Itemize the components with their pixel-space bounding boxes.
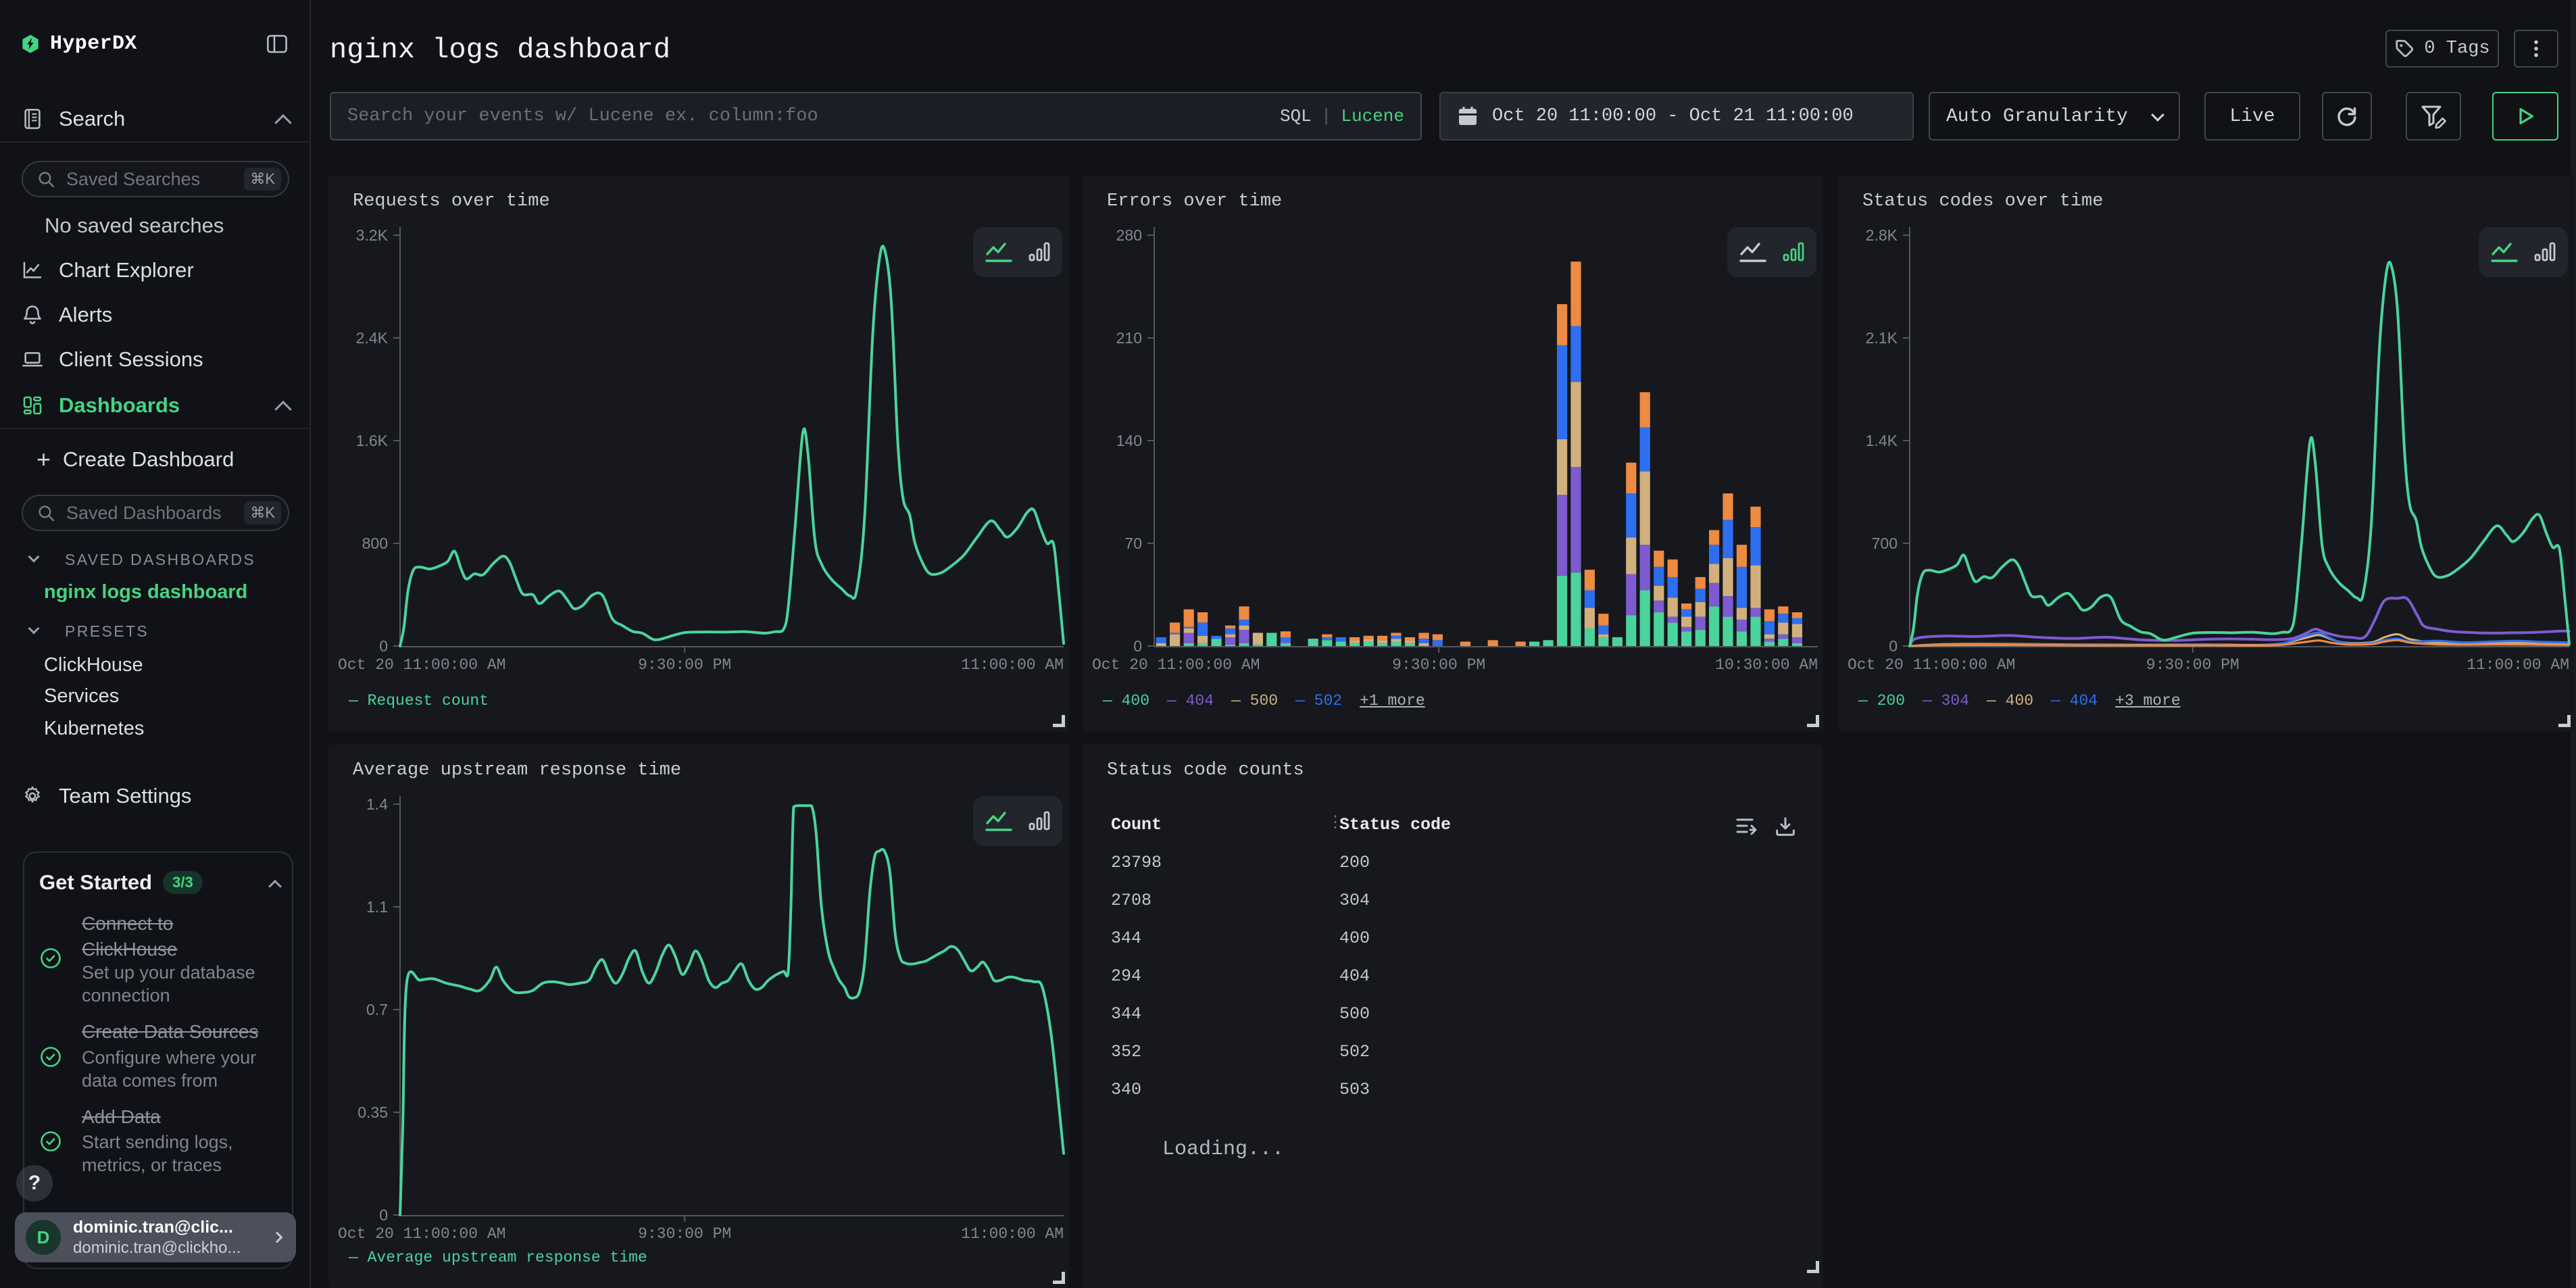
svg-text:0.35: 0.35 <box>357 1104 388 1121</box>
svg-text:Oct 20 11:00:00 AM: Oct 20 11:00:00 AM <box>1848 656 2015 674</box>
svg-text:1.1: 1.1 <box>366 898 388 916</box>
svg-text:1.4K: 1.4K <box>1866 432 1898 449</box>
svg-text:9:30:00 PM: 9:30:00 PM <box>638 656 731 674</box>
svg-text:Oct 20 11:00:00 AM: Oct 20 11:00:00 AM <box>1092 656 1260 674</box>
svg-text:0: 0 <box>379 637 388 655</box>
svg-text:9:30:00 PM: 9:30:00 PM <box>1392 656 1485 674</box>
svg-text:280: 280 <box>1116 226 1142 244</box>
svg-text:10:30:00 AM: 10:30:00 AM <box>1715 656 1818 674</box>
svg-text:140: 140 <box>1116 432 1142 449</box>
svg-text:210: 210 <box>1116 329 1142 347</box>
svg-text:Oct 20 11:00:00 AM: Oct 20 11:00:00 AM <box>338 656 505 674</box>
svg-text:0: 0 <box>1889 637 1898 655</box>
svg-text:9:30:00 PM: 9:30:00 PM <box>2146 656 2239 674</box>
svg-text:1.4: 1.4 <box>366 795 388 813</box>
svg-text:0.7: 0.7 <box>366 1001 388 1018</box>
svg-text:2.1K: 2.1K <box>1866 329 1898 347</box>
svg-text:0: 0 <box>379 1206 388 1224</box>
svg-text:2.4K: 2.4K <box>356 329 389 347</box>
svg-text:70: 70 <box>1124 535 1142 552</box>
svg-text:11:00:00 AM: 11:00:00 AM <box>2467 656 2569 674</box>
svg-text:800: 800 <box>362 535 388 552</box>
svg-text:11:00:00 AM: 11:00:00 AM <box>961 656 1064 674</box>
svg-text:0: 0 <box>1133 637 1142 655</box>
svg-text:700: 700 <box>1872 535 1898 552</box>
svg-text:9:30:00 PM: 9:30:00 PM <box>638 1225 731 1243</box>
svg-text:11:00:00 AM: 11:00:00 AM <box>961 1225 1064 1243</box>
svg-text:3.2K: 3.2K <box>356 226 389 244</box>
svg-text:1.6K: 1.6K <box>356 432 389 449</box>
svg-text:Oct 20 11:00:00 AM: Oct 20 11:00:00 AM <box>338 1225 505 1243</box>
svg-text:2.8K: 2.8K <box>1866 226 1898 244</box>
